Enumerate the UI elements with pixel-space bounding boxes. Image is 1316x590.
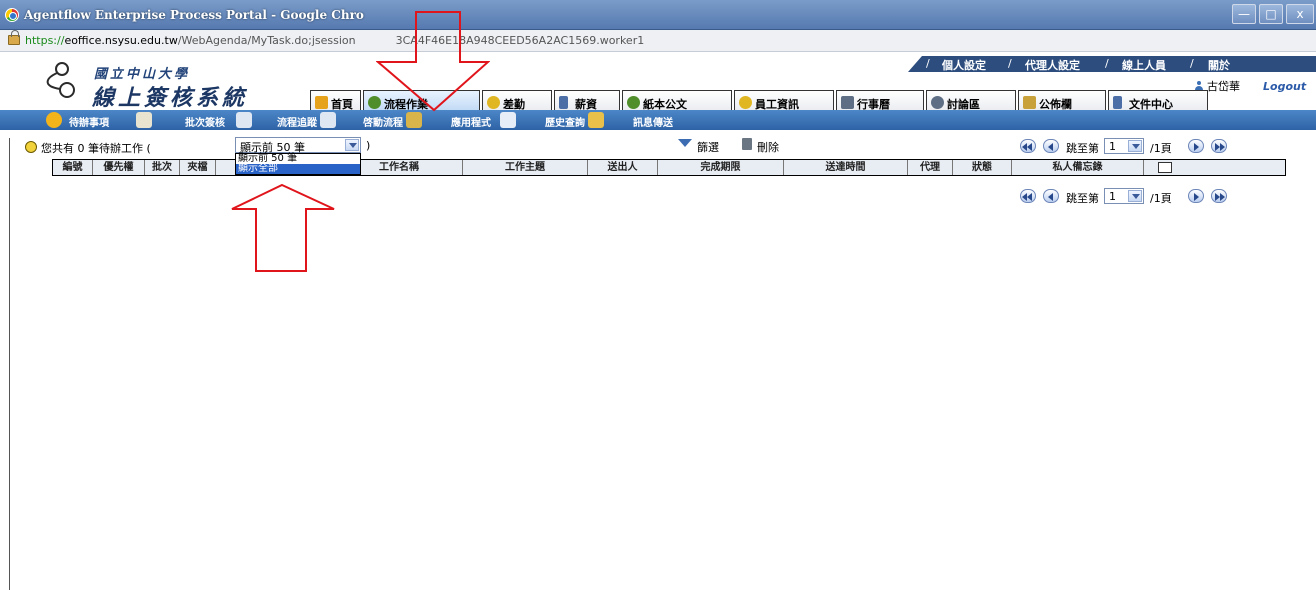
page-select-value: 1	[1109, 190, 1116, 203]
first-page-icon[interactable]	[1020, 139, 1036, 153]
apps-icon	[406, 112, 422, 128]
annotation-arrow-up	[231, 183, 335, 272]
top-links-bar: / 個人設定 / 代理人設定 / 線上人員 / 關於	[908, 56, 1316, 72]
display-count-dropdown: 顯示前 50 筆 顯示全部	[235, 153, 361, 175]
address-bar[interactable]: https://eoffice.nsysu.edu.tw/WebAgenda/M…	[0, 30, 1316, 52]
user-name: 古岱華	[1207, 80, 1240, 93]
next-page-icon[interactable]	[1188, 189, 1204, 203]
page-select[interactable]: 1	[1104, 138, 1144, 154]
page-select-value: 1	[1109, 140, 1116, 153]
logout-link[interactable]: Logout	[1263, 80, 1306, 93]
book-icon	[559, 96, 568, 109]
calendar-icon	[841, 96, 854, 109]
option-show-all[interactable]: 顯示全部	[236, 164, 360, 174]
delegate-settings-link[interactable]: 代理人設定	[1025, 57, 1080, 72]
column-subject[interactable]: 工作主題	[463, 160, 588, 175]
jump-to-label: 跳至第	[1066, 142, 1099, 155]
pending-count-suffix: )	[366, 139, 371, 152]
total-pages: /1頁	[1150, 142, 1172, 155]
window-title: Agentflow Enterprise Process Portal - Go…	[24, 8, 364, 22]
book-icon	[1113, 96, 1122, 109]
workflow-subnav: 待辦事項 批次簽核 流程追蹤 啓動流程 應用程式 歷史查詢 訊息傳送	[0, 110, 1316, 130]
about-link[interactable]: 關於	[1208, 57, 1230, 72]
next-page-icon[interactable]	[1188, 139, 1204, 153]
last-page-icon[interactable]	[1211, 189, 1227, 203]
filter-icon[interactable]	[678, 139, 692, 151]
personal-settings-link[interactable]: 個人設定	[942, 57, 986, 72]
column-status[interactable]: 狀態	[953, 160, 1012, 175]
window-title-bar: Agentflow Enterprise Process Portal - Go…	[0, 0, 1316, 30]
last-page-icon[interactable]	[1211, 139, 1227, 153]
maximize-button[interactable]: □	[1259, 4, 1283, 24]
url-host: eoffice.nsysu.edu.tw	[64, 34, 178, 47]
task-list-area: 您共有 0 筆待辦工作 ( 顯示前 50 筆 ) 顯示前 50 筆 顯示全部 篩…	[0, 130, 1316, 590]
chevron-down-icon[interactable]	[1128, 190, 1142, 202]
gear-icon	[627, 96, 640, 109]
prev-page-icon[interactable]	[1043, 189, 1059, 203]
trash-icon[interactable]	[742, 138, 752, 150]
page-select[interactable]: 1	[1104, 188, 1144, 204]
frame-divider	[9, 138, 10, 590]
display-count-select[interactable]: 顯示前 50 筆	[235, 137, 361, 154]
select-all-checkbox[interactable]	[1157, 161, 1172, 173]
magnifier-icon	[236, 112, 252, 128]
column-select-all	[1144, 160, 1185, 175]
annotation-arrow-down	[376, 11, 490, 112]
column-arrival-time[interactable]: 送達時間	[784, 160, 908, 175]
online-users-link[interactable]: 線上人員	[1122, 57, 1166, 72]
chevron-down-icon[interactable]	[1128, 140, 1142, 152]
jump-to-label: 跳至第	[1066, 192, 1099, 205]
url-text[interactable]: https://eoffice.nsysu.edu.tw/WebAgenda/M…	[25, 34, 644, 47]
url-scheme: https://	[25, 34, 65, 47]
column-priority[interactable]: 優先權	[93, 160, 145, 175]
chrome-icon	[5, 8, 19, 22]
column-batch[interactable]: 批次	[145, 160, 180, 175]
pending-count-text: 您共有 0 筆待辦工作 (	[41, 142, 151, 155]
column-number[interactable]: 編號	[53, 160, 93, 175]
column-deadline[interactable]: 完成期限	[658, 160, 784, 175]
message-icon	[588, 112, 604, 128]
flow-icon	[320, 112, 336, 128]
delete-button[interactable]: 刪除	[757, 139, 779, 155]
user-icon	[1195, 81, 1203, 90]
column-delegate[interactable]: 代理	[908, 160, 953, 175]
chevron-down-icon[interactable]	[345, 139, 359, 151]
pager-top: 跳至第 1 /1頁	[1020, 137, 1290, 157]
home-icon	[315, 96, 328, 109]
column-sender[interactable]: 送出人	[588, 160, 658, 175]
info-icon	[25, 141, 37, 153]
total-pages: /1頁	[1150, 192, 1172, 205]
university-logo-icon	[46, 62, 75, 98]
column-attachment[interactable]: 夾檔	[180, 160, 216, 175]
minimize-button[interactable]: —	[1232, 4, 1256, 24]
system-name: 線上簽核系統	[92, 85, 249, 111]
column-private-memo[interactable]: 私人備忘錄	[1012, 160, 1144, 175]
history-icon	[500, 112, 516, 128]
url-path: /WebAgenda/MyTask.do;jsession	[177, 34, 356, 47]
filter-button[interactable]: 篩選	[697, 139, 719, 155]
pager-bottom: 跳至第 1 /1頁	[1020, 187, 1290, 207]
browser-window: Agentflow Enterprise Process Portal - Go…	[0, 0, 1316, 590]
prev-page-icon[interactable]	[1043, 139, 1059, 153]
gear-icon	[46, 112, 62, 128]
first-page-icon[interactable]	[1020, 189, 1036, 203]
board-icon	[1023, 96, 1036, 109]
lock-icon	[8, 30, 20, 45]
close-button[interactable]: x	[1286, 4, 1314, 24]
stamp-icon	[136, 112, 152, 128]
person-icon	[739, 96, 752, 109]
chat-icon	[931, 96, 944, 109]
